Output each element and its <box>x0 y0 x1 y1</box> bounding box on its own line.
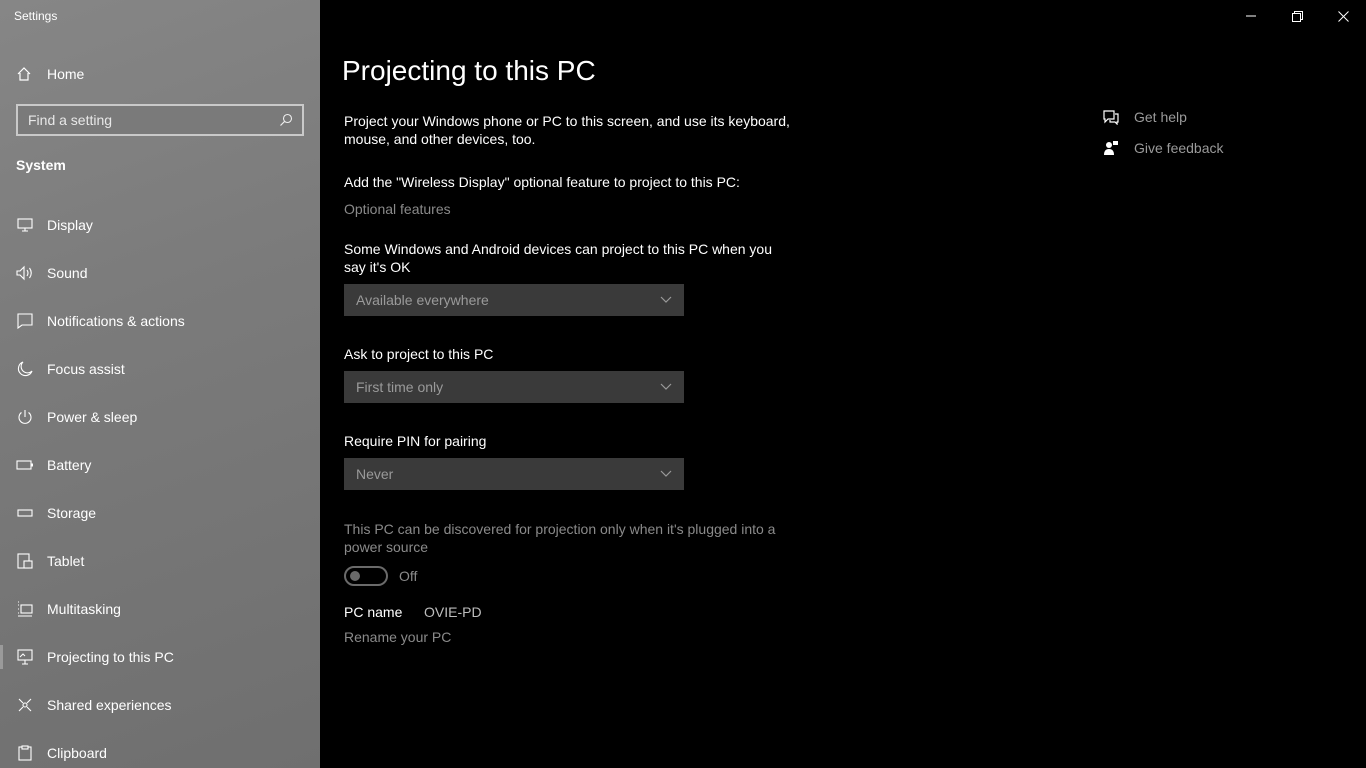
give-feedback-label: Give feedback <box>1134 139 1224 156</box>
home-label: Home <box>47 66 85 82</box>
search-box[interactable] <box>16 104 304 136</box>
projecting-icon <box>16 648 34 666</box>
discovery-toggle[interactable] <box>344 566 388 586</box>
sidebar-item-shared-experiences[interactable]: Shared experiences <box>0 681 320 729</box>
notifications-icon <box>16 312 34 330</box>
sidebar-item-label: Tablet <box>47 553 85 569</box>
pin-label: Require PIN for pairing <box>344 433 487 449</box>
sidebar-nav: Display Sound Notifications & actions Fo… <box>0 201 320 768</box>
ask-value: First time only <box>356 379 444 395</box>
search-input[interactable] <box>28 112 278 128</box>
sidebar-item-label: Sound <box>47 265 88 281</box>
pc-name-label: PC name <box>344 604 403 620</box>
availability-value: Available everywhere <box>356 292 489 308</box>
sidebar-item-clipboard[interactable]: Clipboard <box>0 729 320 768</box>
sidebar-item-sound[interactable]: Sound <box>0 249 320 297</box>
power-note: This PC can be discovered for projection… <box>344 521 776 555</box>
pin-value: Never <box>356 466 394 482</box>
sidebar-item-focus-assist[interactable]: Focus assist <box>0 345 320 393</box>
sidebar-item-multitasking[interactable]: Multitasking <box>0 585 320 633</box>
display-icon <box>16 216 34 234</box>
toggle-state-label: Off <box>399 568 418 584</box>
shared-experiences-icon <box>16 696 34 714</box>
chevron-down-icon <box>660 470 672 478</box>
storage-icon <box>16 504 34 522</box>
clipboard-icon <box>16 744 34 762</box>
sidebar-item-label: Notifications & actions <box>47 313 185 329</box>
power-icon <box>16 408 34 426</box>
sidebar-item-battery[interactable]: Battery <box>0 441 320 489</box>
availability-label: Some Windows and Android devices can pro… <box>344 241 773 275</box>
sidebar-item-label: Battery <box>47 457 92 473</box>
pin-dropdown[interactable]: Never <box>344 458 684 490</box>
sidebar-item-power-sleep[interactable]: Power & sleep <box>0 393 320 441</box>
chat-help-icon <box>1102 108 1120 126</box>
sound-icon <box>16 264 34 282</box>
sidebar-item-display[interactable]: Display <box>0 201 320 249</box>
sidebar-item-tablet[interactable]: Tablet <box>0 537 320 585</box>
give-feedback-link[interactable]: Give feedback <box>1100 132 1224 163</box>
main-content: Projecting to this PC Project your Windo… <box>320 0 1366 768</box>
sidebar-item-notifications[interactable]: Notifications & actions <box>0 297 320 345</box>
sidebar-item-label: Shared experiences <box>47 697 172 713</box>
toggle-knob <box>350 571 360 581</box>
moon-icon <box>16 360 34 378</box>
section-title: System <box>16 157 66 173</box>
home-icon <box>16 65 34 83</box>
home-nav-item[interactable]: Home <box>16 62 84 86</box>
optional-features-link[interactable]: Optional features <box>344 200 451 218</box>
pc-name-value: OVIE-PD <box>424 604 482 620</box>
feedback-icon <box>1102 139 1120 157</box>
sidebar-item-projecting[interactable]: Projecting to this PC <box>0 633 320 681</box>
chevron-down-icon <box>660 296 672 304</box>
ask-dropdown[interactable]: First time only <box>344 371 684 403</box>
app-title: Settings <box>14 9 58 23</box>
get-help-label: Get help <box>1134 108 1187 125</box>
battery-icon <box>16 456 34 474</box>
sidebar-item-label: Multitasking <box>47 601 121 617</box>
help-panel: Get help Give feedback <box>1100 101 1224 163</box>
ask-label: Ask to project to this PC <box>344 346 494 362</box>
page-title: Projecting to this PC <box>342 55 596 86</box>
sidebar: Settings Home System Display Sound Notif… <box>0 0 320 768</box>
sidebar-item-label: Clipboard <box>47 745 107 761</box>
sidebar-item-label: Storage <box>47 505 97 521</box>
tablet-icon <box>16 552 34 570</box>
availability-dropdown[interactable]: Available everywhere <box>344 284 684 316</box>
sidebar-item-label: Focus assist <box>47 361 125 377</box>
sidebar-item-label: Display <box>47 217 93 233</box>
search-icon[interactable] <box>278 112 294 128</box>
chevron-down-icon <box>660 383 672 391</box>
wireless-display-prompt: Add the "Wireless Display" optional feat… <box>344 174 740 190</box>
get-help-link[interactable]: Get help <box>1100 101 1224 132</box>
multitasking-icon <box>16 600 34 618</box>
sidebar-item-label: Power & sleep <box>47 409 138 425</box>
sidebar-item-storage[interactable]: Storage <box>0 489 320 537</box>
intro-text: Project your Windows phone or PC to this… <box>344 113 790 147</box>
rename-pc-link[interactable]: Rename your PC <box>344 628 451 646</box>
sidebar-item-label: Projecting to this PC <box>47 649 174 665</box>
